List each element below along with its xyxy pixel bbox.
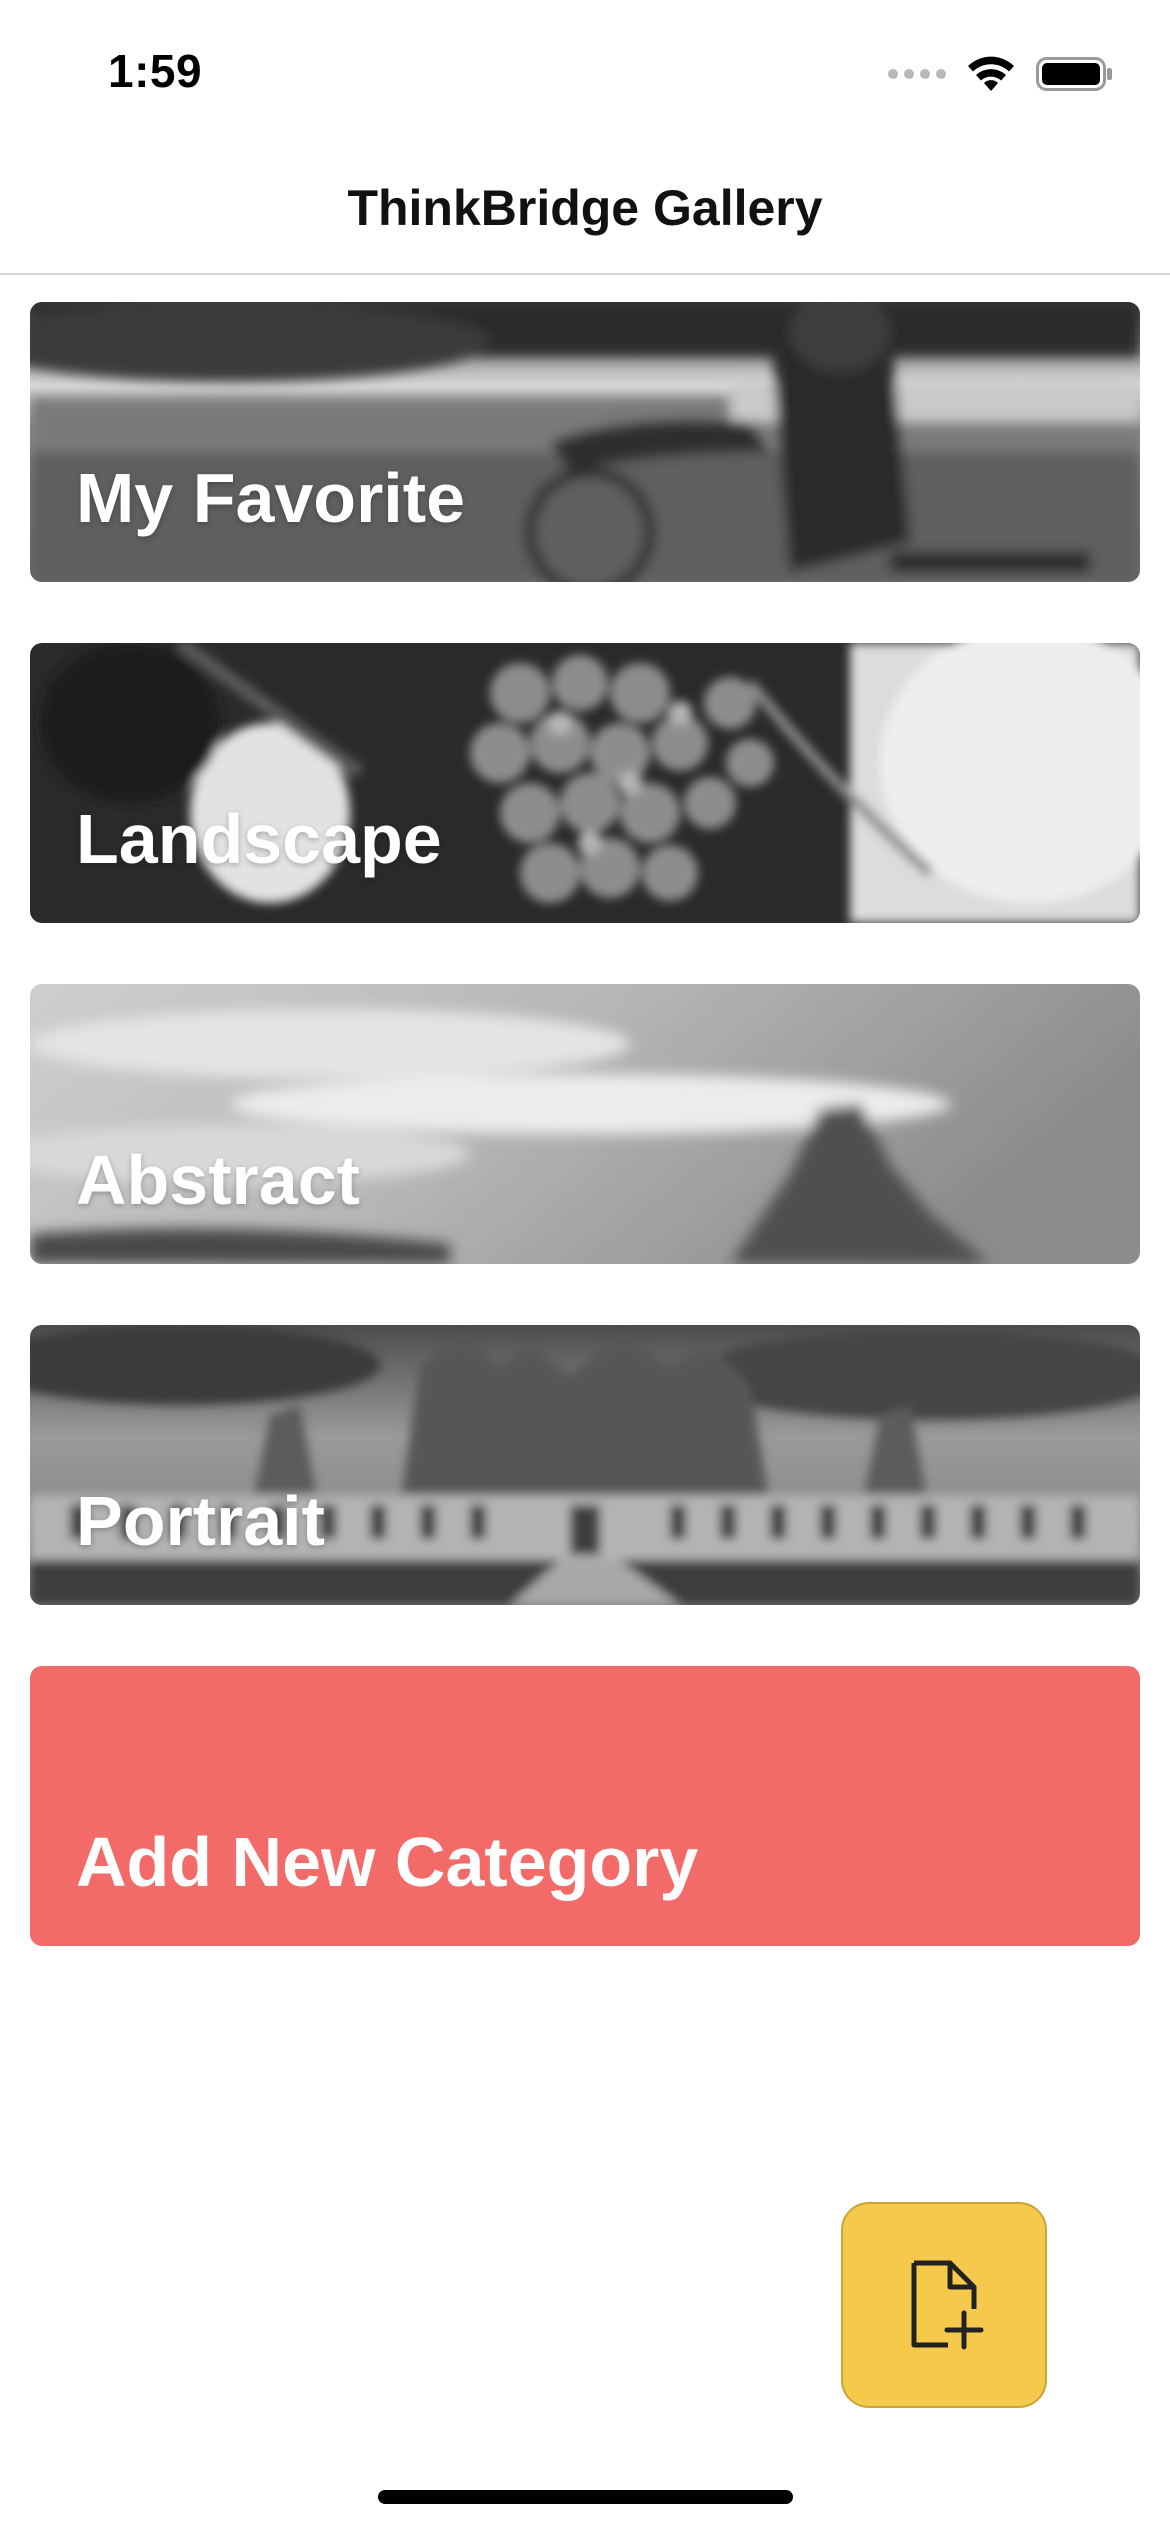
category-list: My Favorite Landscape Abstract Portrait … [30,302,1140,2007]
navigation-bar: ThinkBridge Gallery [0,140,1170,275]
status-time: 1:59 [108,45,203,97]
category-card-my-favorite[interactable]: My Favorite [30,302,1140,582]
file-plus-icon [911,2260,984,2350]
mountain-sky-photo [30,984,1140,1264]
home-indicator[interactable] [378,2490,793,2504]
grapes-photo [30,643,1140,923]
category-label: Portrait [76,1482,325,1560]
status-bar: 1:59 [0,0,1170,140]
category-card-portrait[interactable]: Portrait [30,1325,1140,1605]
wifi-icon [968,56,1014,91]
page-title: ThinkBridge Gallery [347,179,823,236]
category-label: Landscape [76,800,442,878]
category-card-abstract[interactable]: Abstract [30,984,1140,1264]
cyclist-photo [30,302,1140,582]
battery-icon [1036,57,1112,91]
gallery-screen: 1:59 ThinkBridge Gallery My Favorite Lan… [0,0,1170,2532]
castle-photo [30,1325,1140,1605]
add-category-button[interactable]: Add New Category [30,1666,1140,1946]
add-file-fab-button[interactable] [841,2202,1047,2408]
category-card-landscape[interactable]: Landscape [30,643,1140,923]
status-icons [888,54,1114,94]
category-label: My Favorite [76,459,465,537]
add-category-label: Add New Category [76,1823,699,1901]
category-label: Abstract [76,1141,360,1219]
cellular-signal-icon [888,69,946,79]
